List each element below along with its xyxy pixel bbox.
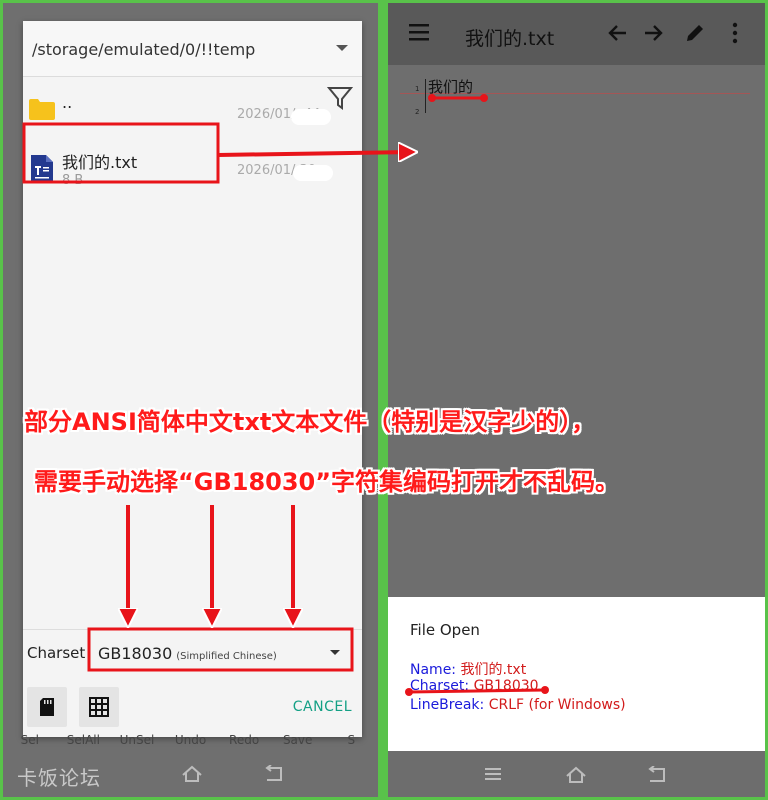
info-charset-value: GB18030: [473, 678, 539, 694]
charset-bar: Charset GB18030 (Simplified Chinese): [23, 629, 362, 675]
text-cursor: [425, 79, 426, 113]
toolbar-selall[interactable]: SelAll: [57, 733, 111, 749]
info-linebreak-value: CRLF (for Windows): [488, 697, 626, 713]
toolbar-redo[interactable]: Redo: [217, 733, 271, 749]
back-icon[interactable]: [646, 766, 668, 784]
home-icon[interactable]: [565, 766, 587, 784]
sd-card-button[interactable]: [27, 687, 67, 727]
info-name-line: Name: 我们的.txt: [410, 659, 526, 679]
info-linebreak-key: LineBreak:: [410, 697, 485, 713]
dialog-actions: CANCEL: [23, 681, 362, 735]
file-picker-screen: /storage/emulated/0/!!temp .. 2026/01/ :…: [3, 3, 378, 797]
info-charset-key: Charset:: [410, 678, 470, 694]
file-picker-dialog: /storage/emulated/0/!!temp .. 2026/01/ :…: [23, 21, 362, 737]
text-file-icon: [31, 155, 53, 183]
chevron-down-icon: [330, 650, 340, 655]
menu-icon[interactable]: [408, 22, 430, 42]
info-charset-line: Charset: GB18030: [410, 678, 539, 694]
list-item-parent-folder[interactable]: .. 2026/01/ :44: [23, 83, 362, 137]
text-editor-screen: 我们的.txt 1 2 我们的 File Open Name: 我们的.txt …: [388, 3, 765, 797]
redaction-blur: [291, 109, 331, 125]
watermark: 卡饭论坛: [17, 766, 101, 790]
pencil-icon[interactable]: [684, 22, 706, 44]
line-number: 1: [415, 85, 420, 93]
file-open-info-card: File Open Name: 我们的.txt Charset: GB18030…: [388, 597, 765, 751]
charset-label: Charset: [27, 644, 86, 662]
charset-selected: GB18030: [98, 644, 173, 663]
redaction-blur: [293, 165, 333, 181]
folder-icon: [29, 99, 55, 120]
file-size: 8 B: [62, 173, 84, 188]
system-nav-bar: 卡饭论坛: [3, 749, 378, 797]
back-icon[interactable]: [263, 765, 285, 783]
parent-folder-label: ..: [62, 93, 73, 112]
grid-view-button[interactable]: [79, 687, 119, 727]
annotation-line-2: 需要手动选择“GB18030”字符集编码打开才不乱码。: [34, 468, 620, 496]
current-path: /storage/emulated/0/!!temp: [32, 40, 256, 59]
more-vert-icon[interactable]: [732, 22, 738, 44]
info-name-value: 我们的.txt: [460, 662, 527, 678]
file-open-title: File Open: [410, 621, 480, 639]
home-icon[interactable]: [181, 765, 203, 783]
info-linebreak-line: LineBreak: CRLF (for Windows): [410, 697, 626, 713]
arrow-left-icon[interactable]: [607, 22, 629, 44]
sd-card-icon: [40, 698, 54, 716]
arrow-right-icon[interactable]: [642, 22, 664, 44]
grid-icon: [89, 697, 109, 717]
toolbar-undo[interactable]: Undo: [164, 733, 218, 749]
info-name-key: Name:: [410, 662, 457, 678]
annotation-line-1: 部分ANSI简体中文txt文本文件（特别是汉字少的），: [24, 408, 596, 436]
file-name: 我们的.txt: [62, 153, 138, 172]
editor-toolbar-behind: Sel SelAll UnSel Undo Redo Save S: [3, 733, 378, 749]
toolbar-unsel[interactable]: UnSel: [110, 733, 164, 749]
toolbar-save[interactable]: Save: [271, 733, 325, 749]
document-title: 我们的.txt: [465, 28, 555, 50]
line-number: 2: [415, 108, 420, 116]
cancel-button[interactable]: CANCEL: [293, 699, 352, 715]
recents-icon[interactable]: [484, 767, 502, 781]
app-bar: 我们的.txt: [388, 3, 765, 65]
editor-text-area[interactable]: 1 2 我们的: [388, 65, 765, 597]
system-nav-bar-right: [388, 751, 765, 797]
charset-dropdown[interactable]: GB18030 (Simplified Chinese): [92, 634, 354, 672]
list-item-file[interactable]: 我们的.txt 8 B 2026/01/ 30: [23, 139, 362, 193]
chevron-down-icon: [336, 45, 348, 51]
charset-subtitle: (Simplified Chinese): [176, 651, 277, 662]
toolbar-more[interactable]: S: [324, 733, 378, 749]
editor-line-1: 我们的: [428, 78, 474, 96]
toolbar-sel[interactable]: Sel: [3, 733, 57, 749]
path-dropdown[interactable]: /storage/emulated/0/!!temp: [23, 21, 362, 77]
